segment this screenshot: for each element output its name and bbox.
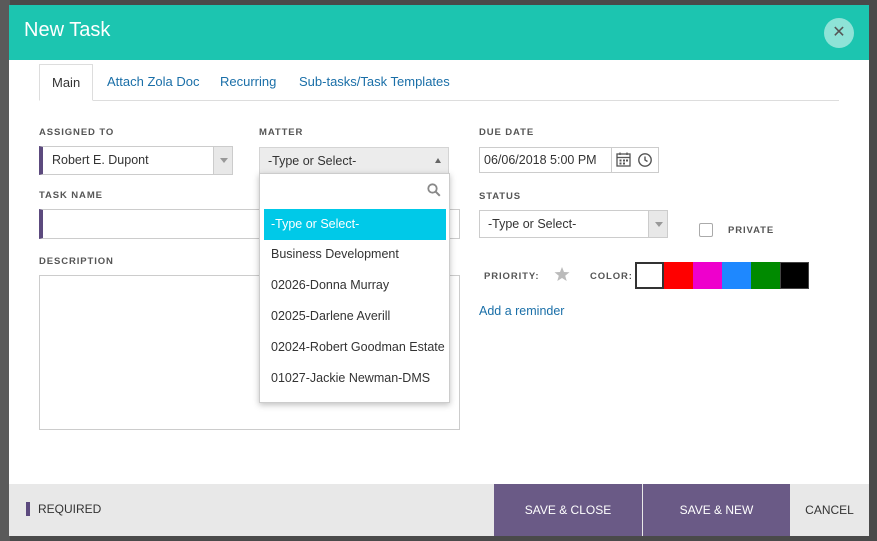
- description-label: DESCRIPTION: [39, 256, 114, 267]
- assigned-to-select[interactable]: Robert E. Dupont: [39, 146, 233, 175]
- clock-icon[interactable]: [636, 151, 654, 169]
- tab-bar: Main Attach Zola Doc Recurring Sub-tasks…: [39, 64, 839, 101]
- tab-main[interactable]: Main: [39, 64, 94, 101]
- matter-option[interactable]: 02026-Donna Murray: [260, 270, 449, 301]
- assigned-to-label: ASSIGNED TO: [39, 127, 115, 138]
- color-swatch-green[interactable]: [751, 262, 780, 289]
- matter-option[interactable]: 01027-Jackie Newman-DMS: [260, 363, 449, 394]
- tab-subtasks-templates[interactable]: Sub-tasks/Task Templates: [299, 64, 450, 101]
- matter-dropdown: -Type or Select- Business Development 02…: [259, 173, 450, 403]
- matter-option[interactable]: 02025-Darlene Averill: [260, 301, 449, 332]
- matter-option[interactable]: 02024-Robert Goodman Estate: [260, 332, 449, 363]
- chevron-down-icon[interactable]: [213, 147, 232, 174]
- assigned-to-value: Robert E. Dupont: [52, 153, 149, 167]
- status-value: -Type or Select-: [488, 217, 577, 231]
- save-new-button[interactable]: SAVE & NEW: [643, 484, 790, 536]
- close-icon: ✕: [832, 24, 846, 41]
- color-label: COLOR:: [590, 271, 633, 282]
- due-date-value: 06/06/2018 5:00 PM: [484, 153, 597, 167]
- cancel-button[interactable]: CANCEL: [790, 484, 869, 536]
- due-date-input[interactable]: 06/06/2018 5:00 PM: [479, 147, 659, 173]
- due-date-label: DUE DATE: [479, 127, 535, 138]
- tab-recurring[interactable]: Recurring: [220, 64, 276, 101]
- modal-title: New Task: [24, 19, 111, 41]
- required-label: REQUIRED: [38, 502, 102, 516]
- private-checkbox[interactable]: [699, 223, 713, 237]
- matter-option[interactable]: -Type or Select-: [264, 209, 446, 240]
- matter-search-input[interactable]: [268, 179, 444, 203]
- matter-option[interactable]: Business Development: [260, 239, 449, 270]
- caret-up-icon: [435, 158, 441, 163]
- matter-label: MATTER: [259, 127, 304, 138]
- matter-value: -Type or Select-: [268, 154, 357, 168]
- status-select[interactable]: -Type or Select-: [479, 210, 668, 238]
- add-reminder-link[interactable]: Add a reminder: [479, 304, 564, 318]
- task-name-label: TASK NAME: [39, 190, 103, 201]
- matter-select[interactable]: -Type or Select-: [259, 147, 449, 174]
- calendar-icon[interactable]: [615, 151, 633, 169]
- close-button[interactable]: ✕: [824, 18, 854, 48]
- color-swatch-red[interactable]: [664, 262, 693, 289]
- required-indicator: [26, 502, 30, 516]
- color-swatch-magenta[interactable]: [693, 262, 722, 289]
- color-swatch-black[interactable]: [780, 262, 809, 289]
- search-icon: [427, 183, 441, 197]
- star-icon[interactable]: [554, 266, 570, 282]
- private-label: PRIVATE: [728, 225, 775, 236]
- color-swatch-blue[interactable]: [722, 262, 751, 289]
- modal-header: New Task ✕: [9, 5, 869, 60]
- matter-option[interactable]: 01025-John Rogers: [260, 394, 449, 402]
- tab-attach-zola-doc[interactable]: Attach Zola Doc: [107, 64, 200, 101]
- save-close-button[interactable]: SAVE & CLOSE: [494, 484, 642, 536]
- color-swatch-white[interactable]: [635, 262, 664, 289]
- priority-label: PRIORITY:: [484, 271, 540, 282]
- new-task-modal: New Task ✕ Main Attach Zola Doc Recurrin…: [9, 5, 869, 536]
- chevron-down-icon[interactable]: [648, 211, 667, 237]
- modal-footer: REQUIRED SAVE & CLOSE SAVE & NEW CANCEL: [9, 484, 869, 536]
- status-label: STATUS: [479, 191, 521, 202]
